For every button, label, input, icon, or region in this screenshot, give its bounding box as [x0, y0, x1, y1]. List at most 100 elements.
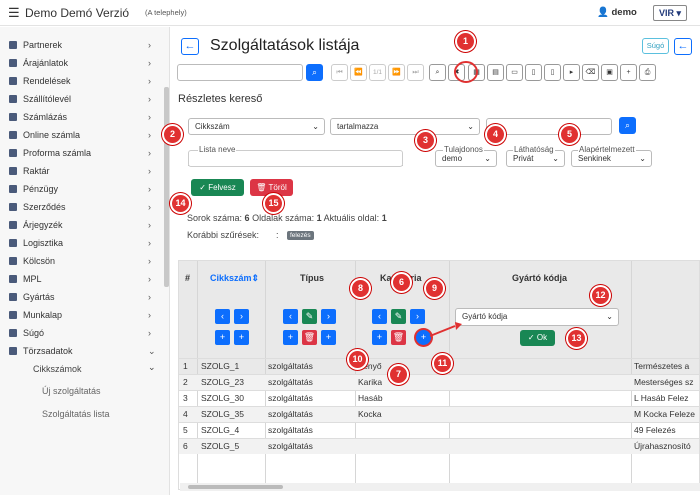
sidebar-item-gyartas[interactable]: Gyártás › [0, 288, 163, 306]
cell-index: 5 [183, 425, 188, 435]
scrollbar-thumb[interactable] [188, 485, 283, 489]
chevron-right-icon: › [148, 202, 151, 212]
tree-icon[interactable]: ▤ [487, 64, 504, 81]
maker-column-select[interactable]: Gyártó kódja ⌄ [455, 308, 619, 326]
last-page-icon[interactable]: ⏭ [407, 64, 424, 81]
move-right-icon[interactable]: › [321, 309, 336, 324]
add-column-left-icon[interactable]: + [215, 330, 230, 345]
print-icon[interactable]: ⎙ [639, 64, 656, 81]
callout-15: 15 [263, 193, 284, 214]
sidebar-icon [9, 293, 17, 301]
callout-8: 8 [350, 278, 371, 299]
reset-filter-icon[interactable]: ✖ [448, 64, 465, 81]
export-icon[interactable]: ▸ [563, 64, 580, 81]
sidebar-item-label: Logisztika [23, 238, 64, 248]
sidebar-item-mpl[interactable]: MPL › [0, 270, 163, 288]
add-column-right-icon[interactable]: + [416, 330, 431, 345]
chevron-right-icon: › [148, 76, 151, 86]
save-filter-button[interactable]: ✓ Felvesz [191, 179, 244, 196]
sidebar-item-szallitolevel[interactable]: Szállítólevél › [0, 90, 163, 108]
sidebar-icon [9, 77, 17, 85]
sidebar-item-munkalap[interactable]: Munkalap › [0, 306, 163, 324]
window-icon[interactable]: ▣ [601, 64, 618, 81]
chevron-down-icon: ⌄ [484, 154, 491, 163]
add-column-right-icon[interactable]: + [234, 330, 249, 345]
header-cikkszam[interactable]: Cikkszám⇕ [210, 273, 259, 284]
sidebar-subgroup-cikkszamok[interactable]: Cikkszámok [33, 364, 82, 374]
first-page-icon[interactable]: ⏮ [331, 64, 348, 81]
clear-icon[interactable]: ⌫ [582, 64, 599, 81]
sidebar-item-arajanlatok[interactable]: Árajánlatok › [0, 54, 163, 72]
user-menu[interactable]: 👤 demo [597, 7, 637, 18]
back-button[interactable]: ← [181, 38, 199, 55]
table-row[interactable]: 4 SZOLG_35 szolgáltatás Kocka M Kocka Feleze [179, 406, 699, 422]
move-right-icon[interactable]: › [234, 309, 249, 324]
add-icon[interactable]: + [620, 64, 637, 81]
calculator-icon[interactable]: ▦ [468, 64, 485, 81]
sidebar-item-penzugy[interactable]: Pénzügy › [0, 180, 163, 198]
cell-cikkszam: SZOLG_4 [201, 425, 240, 435]
prev-page-icon[interactable]: ⏪ [350, 64, 367, 81]
document-text-icon[interactable]: ▯ [525, 64, 542, 81]
ok-button[interactable]: ✓ Ok [520, 330, 555, 346]
table-row[interactable]: 5 SZOLG_4 szolgáltatás 49 Felezés [179, 422, 699, 438]
callout-6: 6 [391, 272, 412, 293]
prev-filter-badge[interactable]: felezés [287, 231, 314, 240]
table-row[interactable]: 3 SZOLG_30 szolgáltatás Hasáb L Hasáb Felez [179, 390, 699, 406]
sidebar-item-logisztika[interactable]: Logisztika › [0, 234, 163, 252]
pdf-icon[interactable]: ▯ [544, 64, 561, 81]
chevron-down-icon: ⌄ [312, 122, 319, 131]
cell-tipus: szolgáltatás [268, 425, 313, 435]
sidebar-item-arjegyzek[interactable]: Árjegyzék › [0, 216, 163, 234]
edit-icon[interactable]: ✎ [391, 309, 406, 324]
sidebar-item-online-szamla[interactable]: Online számla › [0, 126, 163, 144]
sidebar-item-szamlazas[interactable]: Számlázás › [0, 108, 163, 126]
table-row[interactable]: 2 SZOLG_23 szolgáltatás Karika Mesterséges s… [179, 374, 699, 390]
search-icon[interactable]: ⌕ [619, 117, 636, 134]
document-icon[interactable]: ▭ [506, 64, 523, 81]
add-column-left-icon[interactable]: + [372, 330, 387, 345]
sidebar-scrollbar[interactable] [164, 87, 169, 287]
menu-icon[interactable]: ☰ [8, 6, 20, 19]
table-row[interactable]: 6 SZOLG_5 szolgáltatás Újrahasznosító [179, 438, 699, 454]
sidebar-item-torzsadatok[interactable]: Törzsadatok ⌄ [0, 342, 163, 360]
callout-7: 7 [388, 364, 409, 385]
back-button-right[interactable]: ← [674, 38, 692, 55]
sidebar-item-proforma[interactable]: Proforma számla › [0, 144, 163, 162]
delete-column-icon[interactable]: 🗑 [391, 330, 406, 345]
section-title: Részletes kereső [178, 93, 263, 105]
callout-10: 10 [347, 349, 368, 370]
detail-search-icon[interactable]: ⌕ [429, 64, 446, 81]
sidebar-item-raktar[interactable]: Raktár › [0, 162, 163, 180]
cell-gyarto: Természetes a [634, 361, 690, 371]
move-right-icon[interactable]: › [410, 309, 425, 324]
chevron-right-icon: › [148, 256, 151, 266]
app-logo[interactable]: VIR ▾ [653, 5, 687, 21]
edit-icon[interactable]: ✎ [302, 309, 317, 324]
sidebar-item-partnerek[interactable]: Partnerek › [0, 36, 163, 54]
chevron-right-icon: › [148, 112, 151, 122]
move-left-icon[interactable]: ‹ [372, 309, 387, 324]
add-column-left-icon[interactable]: + [283, 330, 298, 345]
sidebar-subitem-new-service[interactable]: Új szolgáltatás [42, 386, 101, 396]
next-page-icon[interactable]: ⏩ [388, 64, 405, 81]
sidebar-subitem-service-list[interactable]: Szolgáltatás lista [42, 409, 110, 419]
search-icon[interactable]: ⌕ [306, 64, 323, 81]
cell-cikkszam: SZOLG_30 [201, 393, 244, 403]
sidebar-item-szerzodes[interactable]: Szerződés › [0, 198, 163, 216]
quick-search-input[interactable] [177, 64, 303, 81]
sidebar-item-kolcson[interactable]: Kölcsön › [0, 252, 163, 270]
move-left-icon[interactable]: ‹ [215, 309, 230, 324]
callout-2: 2 [162, 124, 183, 145]
cell-gyarto: 49 Felezés [634, 425, 676, 435]
add-column-right-icon[interactable]: + [321, 330, 336, 345]
move-left-icon[interactable]: ‹ [283, 309, 298, 324]
delete-column-icon[interactable]: 🗑 [302, 330, 317, 345]
operator-select[interactable]: tartalmazza ⌄ [330, 118, 480, 135]
field-select[interactable]: Cikkszám ⌄ [188, 118, 325, 135]
sidebar-item-sugo[interactable]: Súgó › [0, 324, 163, 342]
subgroup-label: Cikkszámok [33, 364, 82, 374]
chevron-down-icon: ⌄ [639, 154, 646, 163]
help-button[interactable]: Súgó [642, 38, 669, 54]
sidebar-item-rendelesek[interactable]: Rendelések › [0, 72, 163, 90]
